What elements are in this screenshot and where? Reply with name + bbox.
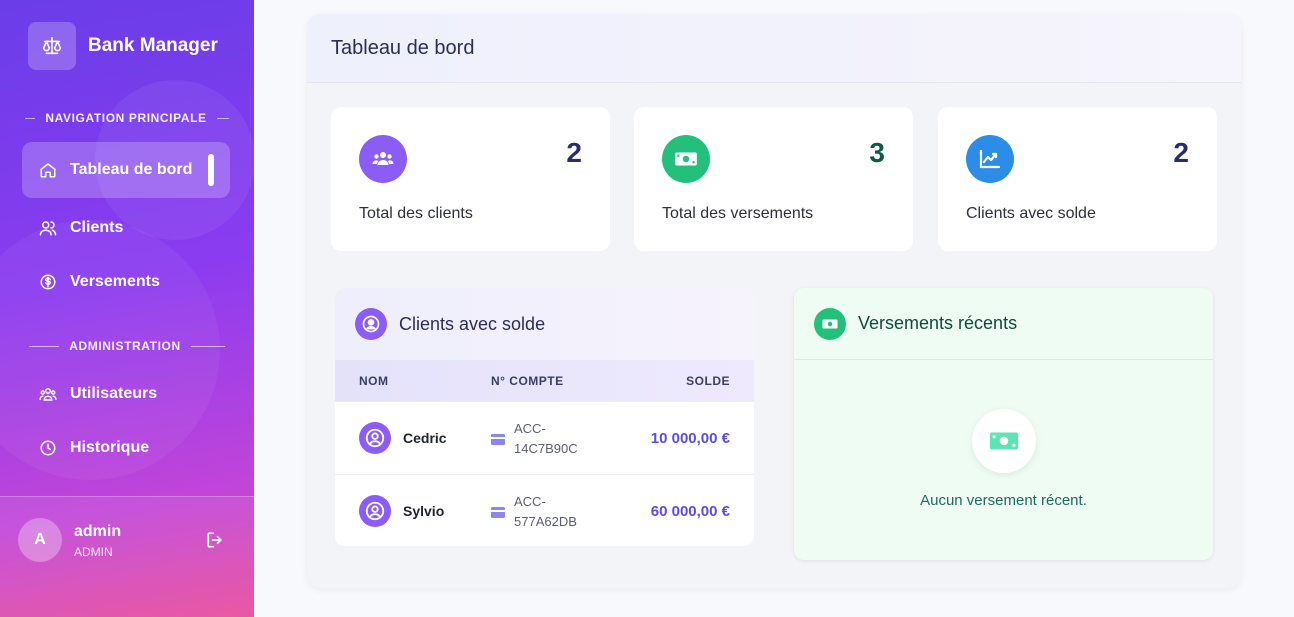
stat-label: Clients avec solde — [966, 205, 1096, 222]
user-box: A admin ADMIN — [0, 496, 254, 617]
account-number-line: ACC- — [514, 421, 546, 436]
page-title: Tableau de bord — [331, 36, 475, 59]
panel-title: Versements récents — [858, 313, 1018, 333]
active-indicator — [208, 154, 214, 186]
money-icon — [972, 409, 1036, 473]
avatar[interactable]: A — [18, 518, 62, 562]
home-icon — [38, 160, 58, 180]
user-circle-icon — [359, 422, 391, 454]
brand[interactable]: Bank Manager — [28, 22, 218, 70]
scale-icon — [28, 22, 76, 70]
client-balance: 60 000,00 € — [650, 503, 730, 520]
section-label-text: ADMINISTRATION — [69, 339, 181, 353]
column-header-solde[interactable]: SOLDE — [686, 374, 730, 388]
stat-value: 2 — [1173, 137, 1189, 168]
stat-card-versements[interactable]: 3 Total des versements — [634, 107, 913, 251]
sidebar-item-versements[interactable]: Versements — [22, 254, 230, 310]
panel-header: Versements récents — [794, 288, 1213, 360]
users-icon — [38, 218, 58, 238]
panel-title: Clients avec solde — [399, 313, 546, 334]
account-number: ACC- 14C7B90C — [514, 419, 604, 459]
section-label-navigation: NAVIGATION PRINCIPALE — [0, 111, 254, 125]
clock-icon — [38, 438, 58, 458]
sidebar-item-label: Versements — [70, 273, 160, 290]
stat-card-clients[interactable]: 2 Total des clients — [331, 107, 610, 251]
account-number-line: 14C7B90C — [514, 441, 578, 456]
page-header: Tableau de bord — [307, 14, 1241, 83]
sidebar-item-label: Clients — [70, 219, 124, 236]
user-role: ADMIN — [74, 545, 113, 559]
sidebar-item-dashboard[interactable]: Tableau de bord — [22, 142, 230, 198]
user-circle-icon — [359, 495, 391, 527]
section-label-administration: ADMINISTRATION — [0, 339, 254, 353]
table-row[interactable]: Cedric ACC- 14C7B90C 10 000,00 € — [335, 401, 754, 474]
panel-header: Clients avec solde — [335, 288, 754, 360]
money-icon — [662, 135, 710, 183]
user-group-icon — [38, 384, 58, 404]
stat-label: Total des versements — [662, 205, 814, 222]
sidebar-item-utilisateurs[interactable]: Utilisateurs — [22, 366, 230, 422]
account-number-line: 577A62DB — [514, 514, 577, 529]
clients-balance-panel: Clients avec solde NOM N° COMPTE SOLDE C… — [335, 288, 754, 546]
sidebar-item-clients[interactable]: Clients — [22, 200, 230, 256]
user-name: admin — [74, 523, 122, 540]
client-name: Cedric — [403, 430, 447, 446]
dashboard-card: Tableau de bord 2 Total des clients 3 To… — [307, 14, 1241, 588]
sidebar-item-historique[interactable]: Historique — [22, 420, 230, 476]
stat-label: Total des clients — [359, 205, 473, 222]
credit-card-icon — [491, 505, 505, 518]
user-circle-icon — [355, 308, 387, 340]
stat-value: 3 — [869, 137, 885, 168]
column-header-nom[interactable]: NOM — [359, 374, 389, 388]
dollar-circle-icon — [38, 272, 58, 292]
account-number: ACC- 577A62DB — [514, 492, 604, 532]
sidebar-item-label: Historique — [70, 439, 150, 456]
client-balance: 10 000,00 € — [650, 430, 730, 447]
sidebar-item-label: Tableau de bord — [70, 161, 193, 178]
column-header-compte[interactable]: N° COMPTE — [491, 374, 564, 388]
stat-card-solde[interactable]: 2 Clients avec solde — [938, 107, 1217, 251]
chart-up-icon — [966, 135, 1014, 183]
account-number-line: ACC- — [514, 494, 546, 509]
sidebar-item-label: Utilisateurs — [70, 385, 158, 402]
stat-value: 2 — [566, 137, 582, 168]
sidebar: Bank Manager NAVIGATION PRINCIPALE Table… — [0, 0, 254, 617]
client-name: Sylvio — [403, 503, 445, 519]
app-title: Bank Manager — [88, 35, 218, 56]
logout-icon[interactable] — [205, 530, 225, 550]
money-icon — [814, 307, 846, 340]
recent-versements-panel: Versements récents Aucun versement récen… — [794, 288, 1213, 560]
users-icon — [359, 135, 407, 183]
table-header: NOM N° COMPTE SOLDE — [335, 360, 754, 401]
section-label-text: NAVIGATION PRINCIPALE — [45, 111, 207, 125]
credit-card-icon — [491, 432, 505, 445]
empty-message: Aucun versement récent. — [920, 492, 1087, 509]
table-row[interactable]: Sylvio ACC- 577A62DB 60 000,00 € — [335, 474, 754, 546]
